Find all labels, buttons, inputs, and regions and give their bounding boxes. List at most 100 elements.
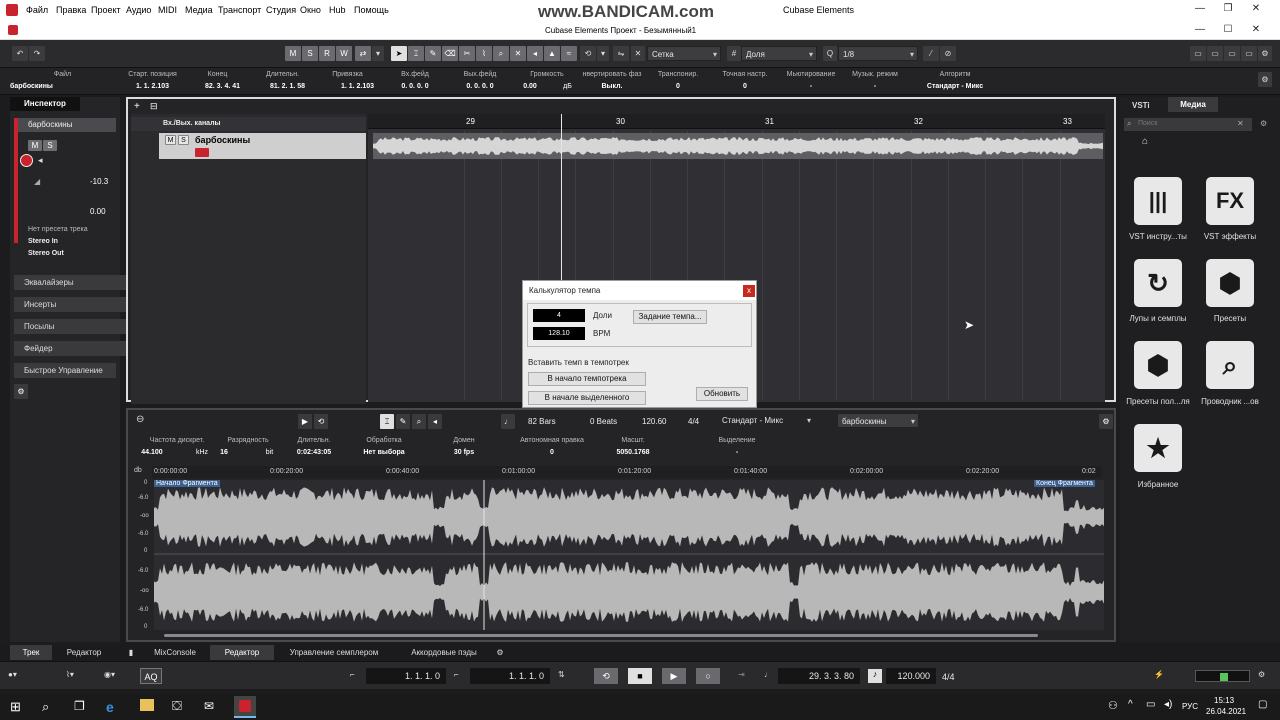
menu-window[interactable]: Окно: [300, 5, 321, 15]
search-settings-icon[interactable]: ⚙: [1260, 119, 1267, 128]
clip-select[interactable]: барбоскины: [837, 413, 919, 429]
info-value[interactable]: -: [845, 83, 905, 90]
loops-samples-tile[interactable]: ↻: [1134, 259, 1182, 307]
section-quick-controls[interactable]: Быстрое Управление: [14, 363, 116, 378]
editor-info-value[interactable]: 44.100: [132, 449, 172, 456]
windows-start-icon[interactable]: ⊞: [10, 699, 21, 715]
signature-field[interactable]: 4/4: [688, 417, 699, 426]
editor-info-value[interactable]: 5050.1768: [598, 449, 668, 456]
inspector-tab[interactable]: Инспектор: [10, 97, 80, 111]
warp-tool-icon[interactable]: ≈: [561, 46, 577, 61]
dropdown-icon[interactable]: ▾: [597, 46, 609, 61]
pencil-icon[interactable]: ✎: [396, 414, 410, 429]
menu-studio[interactable]: Студия: [266, 5, 296, 15]
info-value[interactable]: 1. 1. 2.103: [320, 83, 395, 90]
eraser-tool-icon[interactable]: ⌫: [442, 46, 458, 61]
search-icon[interactable]: ⌕: [42, 699, 49, 715]
presets-tile[interactable]: ⬢: [1206, 259, 1254, 307]
layout-left-icon[interactable]: ▭: [1190, 46, 1206, 61]
volume-value[interactable]: -10.3: [90, 177, 108, 186]
layout-right-icon[interactable]: ▭: [1241, 46, 1257, 61]
close-icon[interactable]: ✕: [1246, 24, 1266, 35]
tab-chord-pads[interactable]: Аккордовые пэды: [398, 645, 490, 660]
snap-point-icon[interactable]: ✕: [631, 46, 645, 61]
quantize-select[interactable]: 1/8: [838, 46, 918, 62]
clock-time[interactable]: 15:13: [1214, 696, 1234, 705]
track-list-icon[interactable]: ⊟: [150, 101, 158, 112]
inspector-settings-icon[interactable]: ⚙: [14, 384, 28, 399]
record-mode-icon[interactable]: ●▾: [8, 670, 17, 679]
search-field[interactable]: ⌕ Поиск: [1124, 118, 1252, 131]
home-icon[interactable]: ⌂: [1142, 136, 1148, 147]
add-track-icon[interactable]: +: [134, 101, 140, 112]
grid-icon[interactable]: #: [727, 46, 741, 61]
track-mute-button[interactable]: M: [165, 135, 176, 145]
section-equalizers[interactable]: Эквалайзеры: [14, 275, 126, 290]
section-sends[interactable]: Посылы: [14, 319, 126, 334]
bpm-input[interactable]: 128.10: [533, 327, 585, 340]
range-tool-icon[interactable]: ⌶: [408, 46, 424, 61]
cubase-taskbar-icon[interactable]: [234, 696, 256, 718]
section-inserts[interactable]: Инсерты: [14, 297, 126, 312]
tempo-field[interactable]: 120.000: [886, 668, 936, 684]
track-preset[interactable]: Нет пресета трека: [28, 226, 88, 233]
pointer-tool-icon[interactable]: ➤: [391, 46, 407, 61]
menu-hub[interactable]: Hub: [329, 5, 346, 15]
info-value[interactable]: 0. 0. 0. 0: [385, 83, 445, 90]
vst-instruments-tile[interactable]: |||: [1134, 177, 1182, 225]
editor-menu-icon[interactable]: ⚙: [1099, 414, 1113, 429]
fragment-end-marker[interactable]: Конец Фрагмента: [1034, 480, 1095, 487]
menu-midi[interactable]: MIDI: [158, 5, 177, 15]
keyboard-language[interactable]: РУС: [1182, 702, 1198, 711]
layout-transport-icon[interactable]: ▭: [1224, 46, 1240, 61]
read-mode-button[interactable]: R: [319, 46, 335, 61]
minimize-icon[interactable]: —: [1190, 24, 1210, 35]
solo-mode-button[interactable]: S: [302, 46, 318, 61]
aq-button[interactable]: AQ: [140, 668, 162, 684]
punch-icon[interactable]: ⌇▾: [66, 670, 74, 679]
right-locator-field[interactable]: 1. 1. 1. 0: [470, 668, 550, 684]
notifications-icon[interactable]: ▢: [1258, 699, 1267, 710]
volume-icon[interactable]: ◂): [1164, 699, 1172, 710]
info-value[interactable]: 0: [648, 83, 708, 90]
play-button[interactable]: ▶: [662, 668, 686, 684]
tab-mixconsole[interactable]: MixConsole: [146, 645, 204, 660]
editor-info-value[interactable]: 0: [507, 449, 597, 456]
settings-gear-icon[interactable]: ⚙: [1258, 46, 1272, 61]
dropdown-icon[interactable]: ▾: [372, 46, 384, 61]
position-mode-icon[interactable]: ♩: [764, 670, 772, 679]
people-icon[interactable]: ⚇: [1108, 699, 1118, 712]
menu-help[interactable]: Помощь: [354, 5, 389, 15]
beats-field[interactable]: 0 Beats: [590, 417, 617, 426]
range-tool-icon[interactable]: ⌶: [380, 414, 394, 429]
store-icon[interactable]: ⛋: [172, 698, 182, 714]
punch-settings-icon[interactable]: ⇅: [558, 670, 565, 679]
tab-track[interactable]: Трек: [10, 645, 52, 660]
task-view-icon[interactable]: ❐: [74, 699, 85, 713]
beats-input[interactable]: 4: [533, 309, 585, 322]
dialog-close-icon[interactable]: x: [743, 285, 755, 297]
track-name[interactable]: барбоскины: [195, 135, 250, 145]
activity-icon[interactable]: ⚡: [1154, 670, 1164, 679]
tab-vsti[interactable]: VSTi: [1132, 101, 1150, 110]
minimize-icon[interactable]: —: [1190, 3, 1210, 14]
info-value[interactable]: Стандарт - Микс: [910, 83, 1000, 90]
right-locator-icon[interactable]: ⌐: [454, 670, 459, 679]
editor-info-value[interactable]: 16: [214, 449, 234, 456]
sync-icon[interactable]: ⇥: [738, 670, 745, 679]
info-value[interactable]: 81. 2. 1. 58: [255, 83, 320, 90]
track-solo-button[interactable]: S: [178, 135, 189, 145]
mute-tool-icon[interactable]: ✕: [510, 46, 526, 61]
info-value[interactable]: 82. 3. 4. 41: [190, 83, 255, 90]
menu-audio[interactable]: Аудио: [126, 5, 151, 15]
glue-tool-icon[interactable]: ⌇: [476, 46, 492, 61]
info-value[interactable]: 0.00: [505, 83, 555, 90]
info-value[interactable]: 1. 1. 2.103: [120, 83, 185, 90]
layout-lower-icon[interactable]: ▭: [1207, 46, 1223, 61]
fragment-start-marker[interactable]: Начало Фрагмента: [154, 480, 220, 487]
tab-editor[interactable]: Редактор: [210, 645, 274, 660]
vst-effects-tile[interactable]: FX: [1206, 177, 1254, 225]
zoom-icon[interactable]: ⌕: [412, 414, 426, 429]
menu-transport[interactable]: Транспорт: [218, 5, 261, 15]
color-tool-icon[interactable]: ▲: [544, 46, 560, 61]
